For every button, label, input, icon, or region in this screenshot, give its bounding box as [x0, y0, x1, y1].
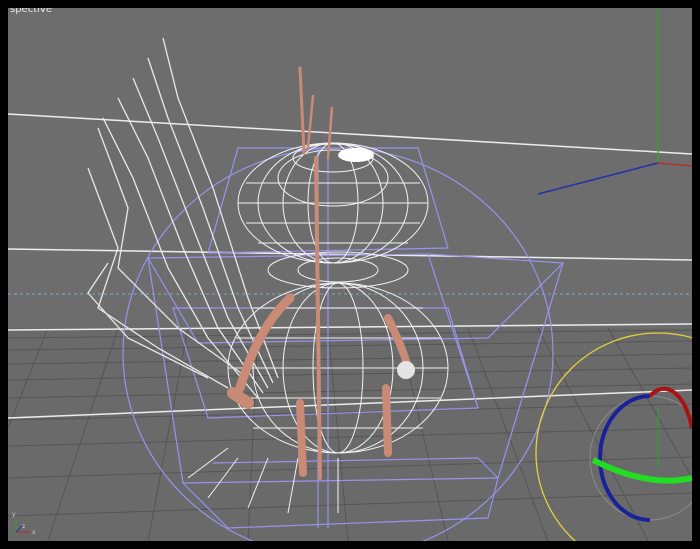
axis-label-x: x: [32, 529, 36, 536]
window-frame-bottom: [0, 541, 700, 549]
axis-label-y: y: [12, 511, 16, 518]
window-frame-right: [692, 0, 700, 549]
axis-label-z: z: [22, 523, 25, 530]
viewport-label[interactable]: spective: [10, 8, 52, 15]
floor-grid: [8, 327, 692, 541]
window-frame-left: [0, 0, 8, 549]
world-axes: [537, 8, 692, 195]
3d-viewport[interactable]: y x z spective: [8, 8, 692, 541]
window-frame-top: [0, 0, 700, 8]
viewport-scene[interactable]: y x z: [8, 8, 692, 541]
